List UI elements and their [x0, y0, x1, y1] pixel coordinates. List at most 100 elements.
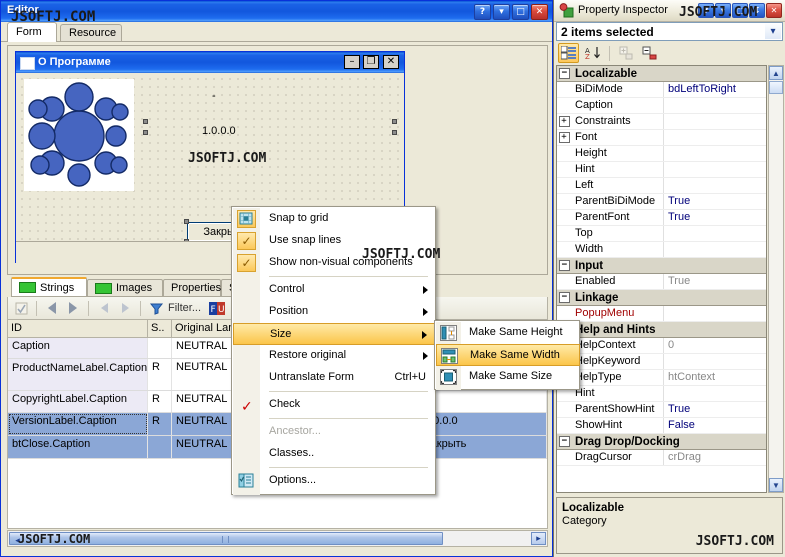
scroll-left-arrow-icon[interactable]: ◂: [11, 534, 24, 547]
tab-strings[interactable]: Strings: [11, 277, 87, 297]
property-value[interactable]: [664, 354, 766, 369]
form-maximize-button[interactable]: ❐: [363, 55, 379, 69]
property-row-showhint[interactable]: ShowHint False: [557, 418, 766, 434]
pi-close-button[interactable]: ✕: [766, 3, 782, 18]
validate-icon[interactable]: [12, 300, 30, 317]
property-row-height[interactable]: Height: [557, 146, 766, 162]
pi-pin-button[interactable]: ↧: [749, 3, 765, 18]
funnel-icon[interactable]: [147, 300, 165, 317]
selection-handle[interactable]: [143, 119, 148, 124]
property-value[interactable]: [664, 178, 766, 193]
property-value[interactable]: [664, 98, 766, 113]
menu-item-snap-to-grid[interactable]: Snap to grid: [233, 208, 436, 230]
menu-item-options[interactable]: Options...: [233, 470, 436, 492]
menu-item-make-same-width[interactable]: Make Same Width: [436, 344, 580, 366]
property-category-input[interactable]: − Input: [557, 258, 766, 274]
property-row-top[interactable]: Top: [557, 226, 766, 242]
property-row-hint[interactable]: Hint: [557, 162, 766, 178]
tab-properties[interactable]: Properties: [163, 279, 221, 297]
pi-maximize-button[interactable]: □: [732, 3, 748, 18]
collapse-icon[interactable]: −: [559, 68, 570, 79]
filter-label[interactable]: Filter...: [168, 302, 201, 314]
expand-button[interactable]: [617, 44, 636, 62]
tab-form[interactable]: Form: [7, 22, 57, 42]
property-row-left[interactable]: Left: [557, 178, 766, 194]
vertical-scrollbar-thumb[interactable]: [769, 81, 783, 94]
pi-help-button[interactable]: ?: [698, 3, 714, 18]
column-header-id[interactable]: ID: [8, 320, 148, 337]
property-value[interactable]: bdLeftToRight: [664, 82, 766, 97]
selection-handle[interactable]: [392, 119, 397, 124]
property-row-width[interactable]: Width: [557, 242, 766, 258]
property-row-dragcursor[interactable]: DragCursor crDrag: [557, 450, 766, 466]
menu-item-restore-original[interactable]: Restore original: [233, 345, 436, 367]
property-row-bidimode[interactable]: BiDiMode bdLeftToRight: [557, 82, 766, 98]
collapse-icon[interactable]: −: [559, 292, 570, 303]
menu-item-classes[interactable]: Classes..: [233, 443, 436, 465]
menu-item-show-non-visual-components[interactable]: ✓ Show non-visual components: [233, 252, 436, 274]
selection-combobox[interactable]: 2 items selected ▾: [556, 22, 783, 41]
scroll-down-arrow-icon[interactable]: ▼: [769, 478, 783, 492]
property-row-popupmenu[interactable]: PopupMenu: [557, 306, 766, 322]
property-row-helpkeyword[interactable]: HelpKeyword: [557, 354, 766, 370]
close-button[interactable]: ✕: [531, 4, 548, 20]
property-category-help-and-hints[interactable]: − Help and Hints: [557, 322, 766, 338]
menu-item-untranslate-form[interactable]: Untranslate Form Ctrl+U: [233, 367, 436, 389]
property-row-caption[interactable]: Caption: [557, 98, 766, 114]
alphabetical-view-button[interactable]: AZ: [583, 44, 602, 62]
property-value[interactable]: [664, 386, 766, 401]
property-row-parentshowhint[interactable]: ParentShowHint True: [557, 402, 766, 418]
property-row-hint2[interactable]: Hint: [557, 386, 766, 402]
arrow-right-disabled-icon[interactable]: [116, 300, 134, 317]
menu-item-size[interactable]: Size: [233, 323, 436, 345]
minimize-button[interactable]: ▾: [493, 4, 510, 20]
property-value[interactable]: crDrag: [664, 450, 766, 465]
flags-icon[interactable]: FU: [208, 300, 226, 317]
version-label[interactable]: 1.0.0.0: [202, 125, 236, 137]
pi-minimize-button[interactable]: ▾: [715, 3, 731, 18]
property-value[interactable]: [664, 130, 766, 145]
tab-resource[interactable]: Resource: [60, 24, 122, 41]
horizontal-scrollbar[interactable]: ◂ JSOFTJ.COM ▸: [7, 530, 548, 547]
logo-image[interactable]: [24, 79, 134, 191]
property-row-enabled[interactable]: Enabled True: [557, 274, 766, 290]
property-value[interactable]: [664, 162, 766, 177]
property-row-constraints[interactable]: + Constraints: [557, 114, 766, 130]
menu-item-make-same-height[interactable]: Make Same Height: [436, 322, 580, 344]
property-grid-vertical-scrollbar[interactable]: ▲ ▼: [768, 65, 784, 493]
form-close-button[interactable]: ✕: [383, 55, 399, 69]
collapse-icon[interactable]: −: [559, 436, 570, 447]
arrow-left-icon[interactable]: [43, 300, 61, 317]
property-value[interactable]: 0: [664, 338, 766, 353]
property-inspector-titlebar[interactable]: Property Inspector ? ▾ □ ↧ ✕ JSOFTJ.COM: [554, 0, 785, 22]
scroll-right-arrow-icon[interactable]: ▸: [531, 532, 546, 545]
property-row-helpcontext[interactable]: HelpContext 0: [557, 338, 766, 354]
arrow-right-icon[interactable]: [64, 300, 82, 317]
designer-context-menu[interactable]: Snap to grid ✓ Use snap lines ✓ Show non…: [231, 206, 440, 495]
editor-titlebar[interactable]: Editor ? ▾ □ ✕: [1, 1, 552, 22]
property-value[interactable]: False: [664, 418, 766, 433]
property-category-linkage[interactable]: − Linkage: [557, 290, 766, 306]
property-value[interactable]: htContext: [664, 370, 766, 385]
column-header-status[interactable]: S..: [148, 320, 172, 337]
collapse-button[interactable]: [640, 44, 659, 62]
size-submenu[interactable]: Make Same Height Make Same Width Make Sa…: [434, 320, 580, 390]
property-value[interactable]: [664, 114, 766, 129]
maximize-button[interactable]: □: [512, 4, 529, 20]
collapse-icon[interactable]: −: [559, 260, 570, 271]
help-button[interactable]: ?: [474, 4, 491, 20]
selection-handle[interactable]: [392, 130, 397, 135]
property-value[interactable]: True: [664, 402, 766, 417]
property-grid[interactable]: − Localizable BiDiMode bdLeftToRight Cap…: [556, 65, 767, 493]
horizontal-scrollbar-thumb[interactable]: ◂ JSOFTJ.COM: [9, 532, 443, 547]
chevron-down-icon[interactable]: ▾: [765, 24, 781, 39]
property-row-parentfont[interactable]: ParentFont True: [557, 210, 766, 226]
property-value[interactable]: True: [664, 274, 766, 289]
property-category-drag-drop-docking[interactable]: − Drag Drop/Docking: [557, 434, 766, 450]
expand-icon[interactable]: +: [558, 132, 570, 143]
property-row-font[interactable]: + Font: [557, 130, 766, 146]
menu-item-check[interactable]: ✓ Check: [233, 394, 436, 416]
property-value[interactable]: True: [664, 210, 766, 225]
property-value[interactable]: [664, 242, 766, 257]
property-value[interactable]: True: [664, 194, 766, 209]
